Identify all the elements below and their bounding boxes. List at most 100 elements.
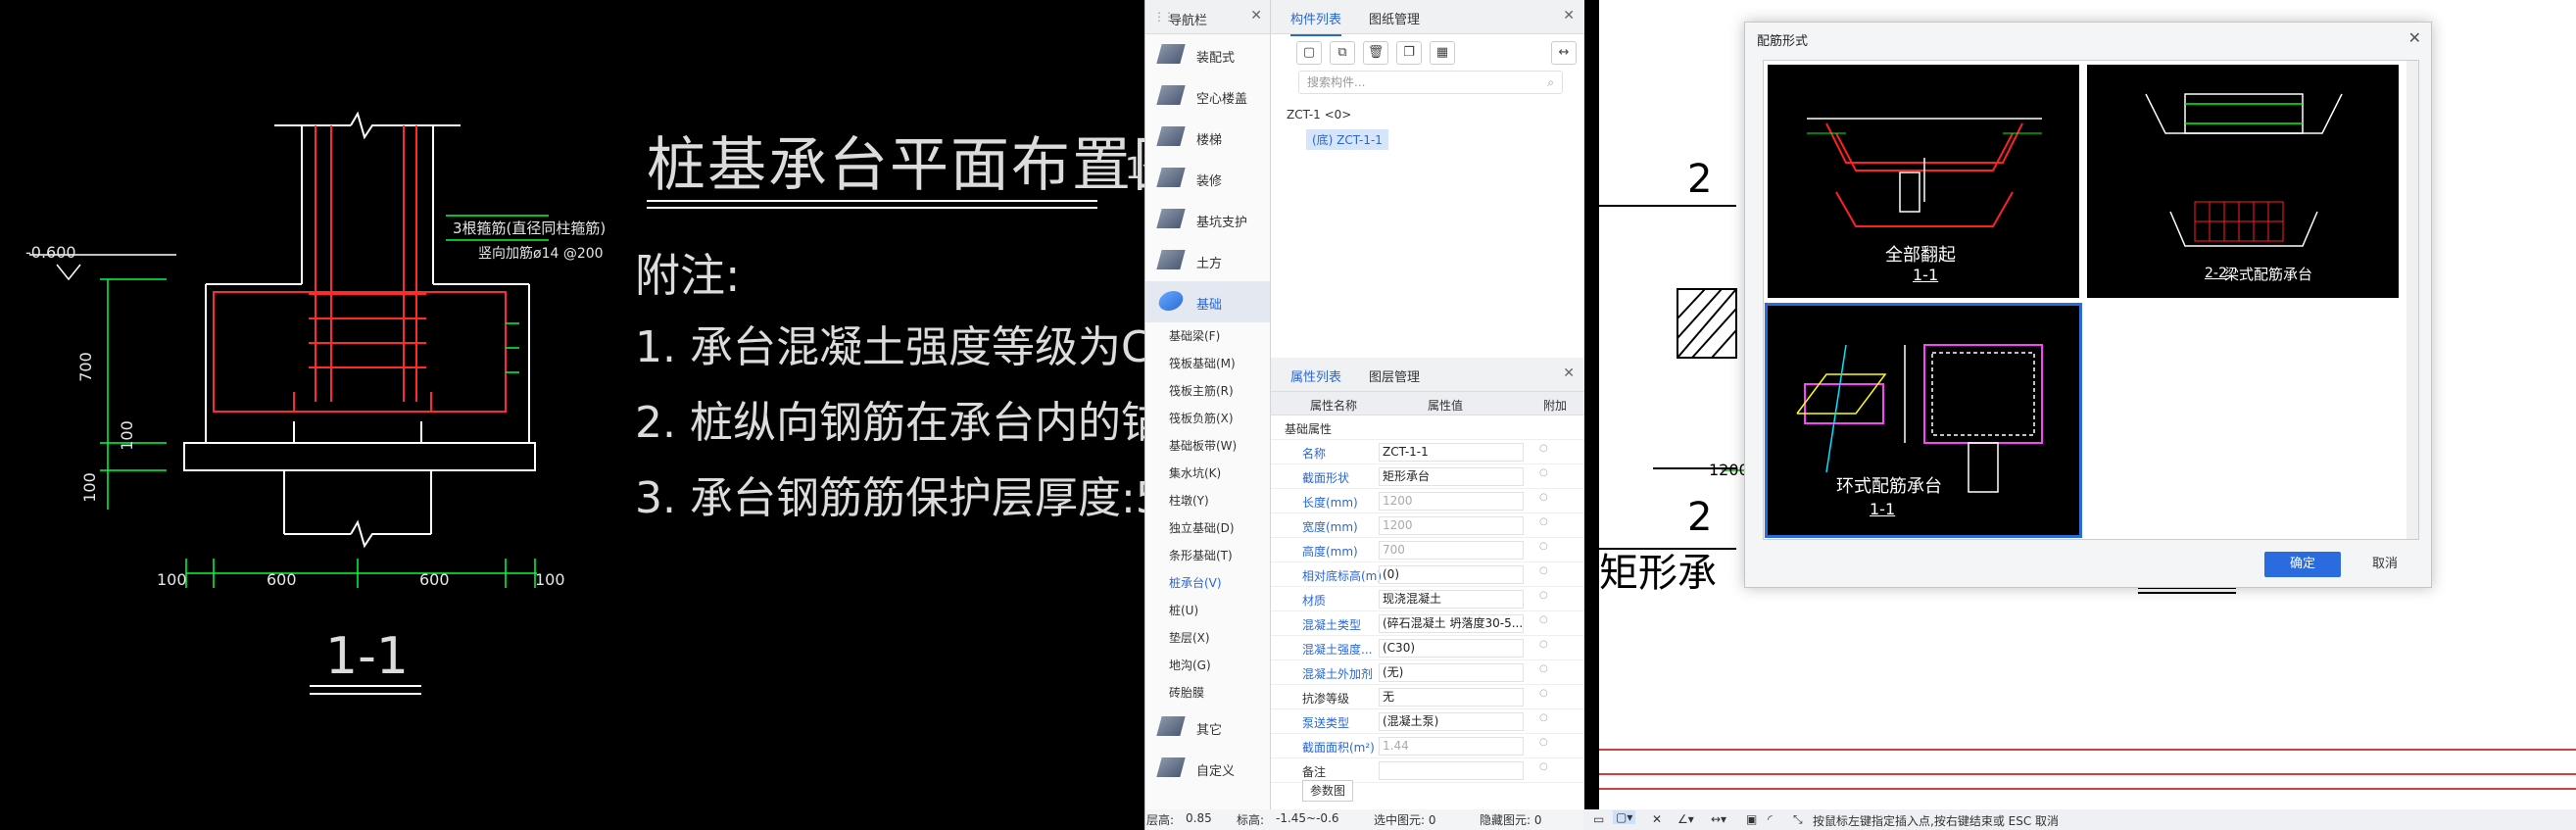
- nav-item-prefab[interactable]: 装配式: [1145, 34, 1270, 75]
- option-ring-type[interactable]: 环式配筋承台 1-1: [1765, 303, 2082, 538]
- component-search-input[interactable]: 搜索构件... ⌕: [1298, 71, 1563, 94]
- layer-icon[interactable]: ▣: [1746, 812, 1757, 826]
- option-beam-type[interactable]: 2-2 梁式配筋承台: [2087, 65, 2399, 298]
- attach-checkbox-icon[interactable]: ○: [1539, 761, 1548, 772]
- attach-checkbox-icon[interactable]: ○: [1539, 614, 1548, 625]
- property-row[interactable]: 宽度(mm) 1200 ○: [1271, 513, 1584, 538]
- property-value[interactable]: (碎石混凝土 坍落度30-5...: [1379, 614, 1524, 633]
- param-diagram-button[interactable]: 参数图: [1302, 780, 1353, 802]
- property-value[interactable]: 1200: [1379, 516, 1524, 535]
- nav-item-decoration[interactable]: 装修: [1145, 158, 1270, 199]
- attach-checkbox-icon[interactable]: ○: [1539, 737, 1548, 748]
- close-icon[interactable]: ✕: [1250, 8, 1262, 24]
- nav-item-foundation[interactable]: 基础: [1145, 281, 1270, 322]
- property-value[interactable]: 无: [1379, 688, 1524, 707]
- property-group[interactable]: 基础属性: [1271, 415, 1584, 440]
- tab-component-list[interactable]: 构件列表: [1290, 9, 1342, 36]
- property-row[interactable]: 混凝土外加剂 (无) ○: [1271, 660, 1584, 685]
- rect-snap-icon[interactable]: ▢▾: [1613, 810, 1636, 824]
- property-row[interactable]: 相对底标高(m) (0) ○: [1271, 562, 1584, 587]
- nav-subitem[interactable]: 柱墩(Y): [1145, 487, 1270, 514]
- property-row[interactable]: 截面形状 矩形承台 ○: [1271, 464, 1584, 489]
- attach-checkbox-icon[interactable]: ○: [1539, 443, 1548, 454]
- nav-subitem[interactable]: 地沟(G): [1145, 652, 1270, 679]
- property-row[interactable]: 泵送类型 (混凝土泵) ○: [1271, 709, 1584, 734]
- copy-icon[interactable]: ⧉: [1330, 41, 1355, 65]
- attach-checkbox-icon[interactable]: ○: [1539, 663, 1548, 674]
- nav-subitem[interactable]: 桩(U): [1145, 597, 1270, 624]
- property-name: 截面面积(m²): [1302, 741, 1375, 755]
- offset-icon[interactable]: ↔▾: [1711, 812, 1726, 826]
- tree-root[interactable]: ZCT-1 <0>: [1287, 108, 1351, 122]
- attach-checkbox-icon[interactable]: ○: [1539, 492, 1548, 503]
- nav-subitem[interactable]: 独立基础(D): [1145, 514, 1270, 542]
- nav-subitem[interactable]: 砖胎膜: [1145, 679, 1270, 707]
- property-value[interactable]: (混凝土泵): [1379, 712, 1524, 731]
- close-icon[interactable]: ✕: [2408, 28, 2421, 47]
- snap-icon[interactable]: ▭: [1593, 812, 1604, 826]
- nav-subitem[interactable]: 条形基础(T): [1145, 542, 1270, 569]
- nav-subitem-pile-cap[interactable]: 桩承台(V): [1145, 569, 1270, 597]
- property-row[interactable]: 长度(mm) 1200 ○: [1271, 489, 1584, 513]
- nav-subitem[interactable]: 筏板负筋(X): [1145, 405, 1270, 432]
- property-row[interactable]: 名称 ZCT-1-1 ○: [1271, 440, 1584, 464]
- ok-button[interactable]: 确定: [2264, 552, 2341, 577]
- attach-checkbox-icon[interactable]: ○: [1539, 688, 1548, 699]
- nav-item-hollow-slab[interactable]: 空心楼盖: [1145, 75, 1270, 117]
- nav-item-pit-support[interactable]: 基坑支护: [1145, 199, 1270, 240]
- nav-item-earthwork[interactable]: 土方: [1145, 240, 1270, 281]
- new-component-icon[interactable]: ▢: [1296, 41, 1322, 65]
- property-row[interactable]: 抗渗等级 无 ○: [1271, 685, 1584, 709]
- tab-layer-management[interactable]: 图层管理: [1369, 366, 1420, 385]
- property-value[interactable]: 700: [1379, 541, 1524, 560]
- attach-checkbox-icon[interactable]: ○: [1539, 565, 1548, 576]
- property-value[interactable]: ZCT-1-1: [1379, 443, 1524, 462]
- property-value[interactable]: 1200: [1379, 492, 1524, 511]
- arc-icon[interactable]: ◜: [1768, 812, 1773, 826]
- notes-title: 附注:: [635, 249, 741, 302]
- angle-icon[interactable]: ∠▾: [1677, 812, 1694, 826]
- layer-copy-icon[interactable]: ❐: [1396, 41, 1422, 65]
- property-value[interactable]: (C30): [1379, 639, 1524, 658]
- close-icon[interactable]: ✕: [1563, 8, 1575, 24]
- property-value[interactable]: 现浇混凝土: [1379, 590, 1524, 609]
- property-row[interactable]: 高度(mm) 700 ○: [1271, 538, 1584, 562]
- attach-checkbox-icon[interactable]: ○: [1539, 639, 1548, 650]
- attach-checkbox-icon[interactable]: ○: [1539, 712, 1548, 723]
- property-value[interactable]: (0): [1379, 565, 1524, 584]
- delete-icon[interactable]: 🗑: [1363, 41, 1388, 65]
- selected-count: 选中图元: 0: [1374, 813, 1436, 827]
- nav-item-other[interactable]: 其它: [1145, 707, 1270, 748]
- nav-subitem[interactable]: 筏板主筋(R): [1145, 377, 1270, 405]
- nav-subitem[interactable]: 基础梁(F): [1145, 322, 1270, 350]
- expand-icon[interactable]: ↔: [1551, 41, 1577, 65]
- nav-item-custom[interactable]: 自定义: [1145, 748, 1270, 789]
- nav-subitem[interactable]: 基础板带(W): [1145, 432, 1270, 460]
- property-row[interactable]: 混凝土强度... (C30) ○: [1271, 636, 1584, 660]
- tree-item-selected[interactable]: (底) ZCT-1-1: [1306, 129, 1388, 150]
- nav-item-stairs[interactable]: 楼梯: [1145, 117, 1270, 158]
- property-value[interactable]: 1.44: [1379, 737, 1524, 756]
- property-value[interactable]: [1379, 761, 1524, 780]
- cancel-button[interactable]: 取消: [2351, 552, 2419, 577]
- cross-icon[interactable]: ✕: [1652, 812, 1662, 826]
- property-row[interactable]: 混凝土类型 (碎石混凝土 坍落度30-5... ○: [1271, 611, 1584, 636]
- hollow-slab-icon: [1156, 85, 1186, 105]
- tab-property-list[interactable]: 属性列表: [1290, 366, 1342, 394]
- property-value[interactable]: (无): [1379, 663, 1524, 682]
- attach-checkbox-icon[interactable]: ○: [1539, 541, 1548, 552]
- property-row[interactable]: 材质 现浇混凝土 ○: [1271, 587, 1584, 611]
- option-full-bent[interactable]: 全部翻起 1-1: [1768, 65, 2079, 298]
- attach-checkbox-icon[interactable]: ○: [1539, 590, 1548, 601]
- close-icon[interactable]: ✕: [1563, 366, 1575, 381]
- nav-subitem[interactable]: 集水坑(K): [1145, 460, 1270, 487]
- scrollbar[interactable]: [2406, 61, 2418, 539]
- property-row[interactable]: 截面面积(m²) 1.44 ○: [1271, 734, 1584, 758]
- attach-checkbox-icon[interactable]: ○: [1539, 516, 1548, 527]
- tab-drawing-management[interactable]: 图纸管理: [1369, 9, 1420, 27]
- nav-subitem[interactable]: 垫层(X): [1145, 624, 1270, 652]
- nav-subitem[interactable]: 筏板基础(M): [1145, 350, 1270, 377]
- attach-checkbox-icon[interactable]: ○: [1539, 467, 1548, 478]
- property-value[interactable]: 矩形承台: [1379, 467, 1524, 486]
- filter-icon[interactable]: ▦: [1430, 41, 1455, 65]
